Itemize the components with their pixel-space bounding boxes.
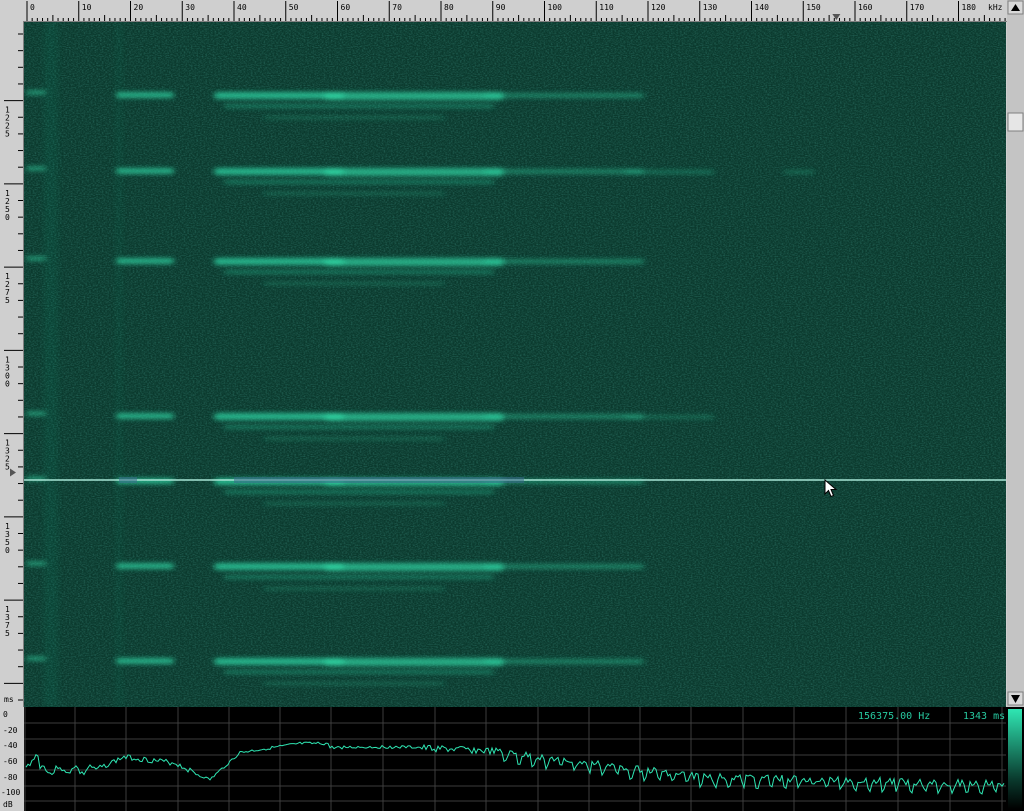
spectrogram-image xyxy=(24,22,1006,707)
frequency-ruler-ticks: 0 10 20 30 40 50 60 70 80 90 100 110 120 130 140 150 160… xyxy=(26,1,1006,21)
frequency-readout: 156375.00 Hz xyxy=(858,711,931,722)
freq-tick-label: 50 xyxy=(289,3,299,12)
freq-tick-label: 0 xyxy=(30,3,35,12)
time-readout: 1343 ms xyxy=(963,711,1006,722)
time-ruler-ticks: 1225125012751300132513501375 xyxy=(4,33,23,701)
freq-tick-label: 90 xyxy=(496,3,506,12)
time-tick-label: 5 xyxy=(5,629,10,638)
time-tick-label: 5 xyxy=(5,296,10,305)
freq-tick-label: 30 xyxy=(185,3,195,12)
freq-tick-label: 180 xyxy=(962,3,977,12)
time-ruler[interactable]: 1225125012751300132513501375 ms xyxy=(0,21,24,707)
spectrogram-display[interactable] xyxy=(24,22,1006,707)
freq-tick-label: 100 xyxy=(548,3,563,12)
time-tick-label: 0 xyxy=(5,546,10,555)
mouse-pointer-icon xyxy=(824,479,838,498)
frequency-unit-label: kHz xyxy=(988,3,1003,12)
time-tick-label: 0 xyxy=(5,213,10,222)
freq-tick-label: 60 xyxy=(341,3,351,12)
time-tick-label: 0 xyxy=(5,379,10,388)
scroll-up-icon[interactable] xyxy=(1007,0,1024,15)
freq-tick-label: 40 xyxy=(237,3,247,12)
freq-tick-label: 10 xyxy=(82,3,92,12)
color-scale-bar xyxy=(1008,709,1022,809)
freq-tick-label: 20 xyxy=(134,3,144,12)
scroll-thumb[interactable] xyxy=(1007,112,1024,132)
time-marker-icon[interactable] xyxy=(10,468,16,477)
time-unit-label: ms xyxy=(4,695,14,704)
vertical-scrollbar[interactable] xyxy=(1007,0,1024,707)
freq-tick-label: 170 xyxy=(910,3,925,12)
freq-tick-label: 140 xyxy=(755,3,770,12)
scroll-down-icon[interactable] xyxy=(1007,691,1024,706)
freq-tick-label: 130 xyxy=(703,3,718,12)
freq-tick-label: 150 xyxy=(806,3,821,12)
time-tick-label: 5 xyxy=(5,130,10,139)
time-tick-label: 5 xyxy=(5,463,10,472)
freq-tick-label: 110 xyxy=(599,3,614,12)
freq-tick-label: 120 xyxy=(651,3,666,12)
freq-tick-label: 160 xyxy=(858,3,873,12)
spectrum-trace xyxy=(24,707,1006,811)
spectrum-analyzer[interactable]: 0 -20 -40 -60 -80 -100 dB 156375.00 Hz 1… xyxy=(0,707,1024,811)
freq-tick-label: 80 xyxy=(444,3,454,12)
freq-tick-label: 70 xyxy=(392,3,402,12)
frequency-ruler[interactable]: 0 10 20 30 40 50 60 70 80 90 100 110 120 130 140 150 160… xyxy=(0,0,1024,22)
